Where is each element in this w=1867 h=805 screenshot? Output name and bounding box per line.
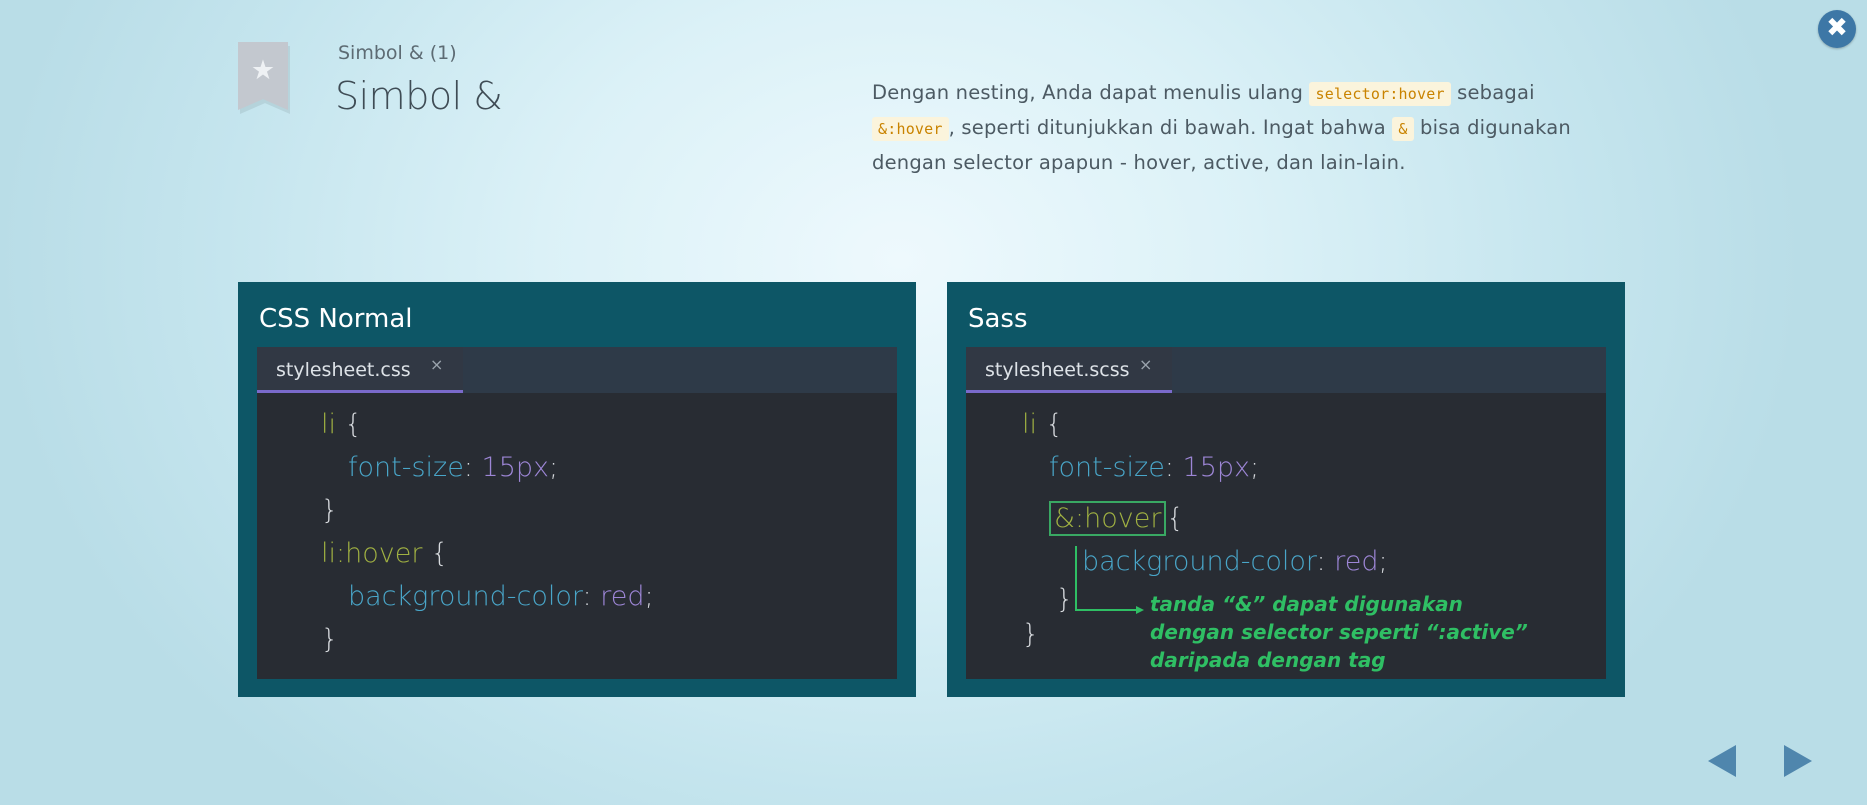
annotation-text: tanda “&” dapat digunakan dengan selecto… — [1150, 592, 1528, 672]
annotation-arrow — [1075, 546, 1144, 614]
arrow-right-icon[interactable] — [1784, 745, 1812, 777]
arrow-left-icon[interactable] — [1708, 745, 1736, 777]
